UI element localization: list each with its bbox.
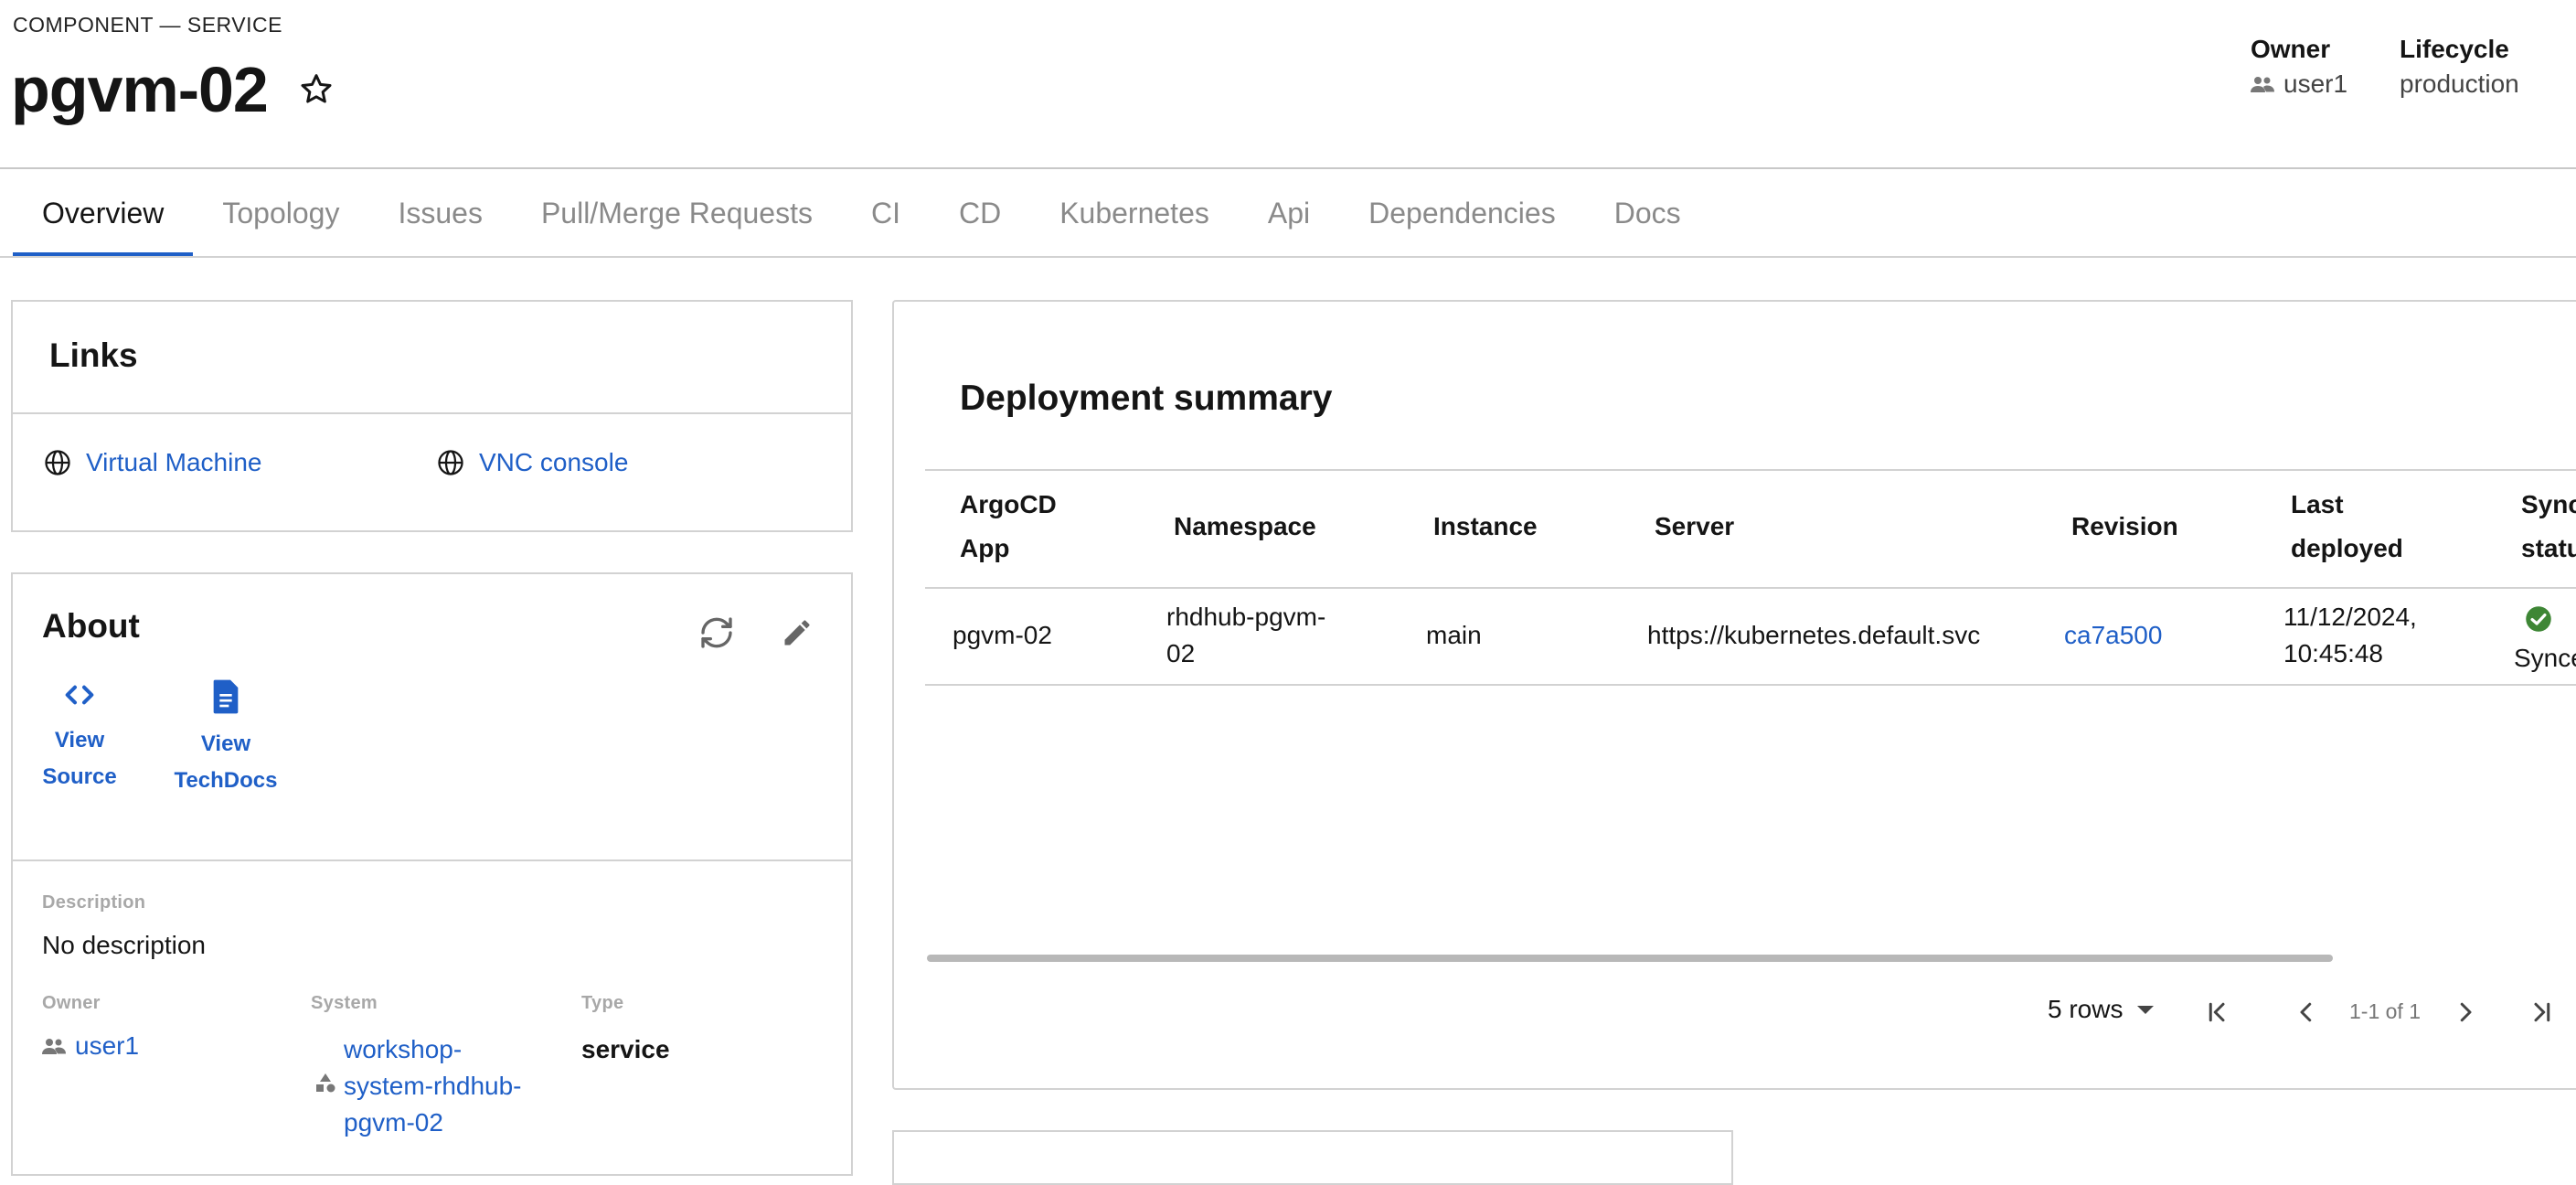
- header-sync-status-line2: status: [2521, 534, 2576, 562]
- rows-per-page-select[interactable]: 5 rows: [2048, 995, 2156, 1024]
- link-vnc-console[interactable]: VNC console: [437, 448, 628, 477]
- document-icon: [213, 679, 239, 714]
- star-icon[interactable]: [298, 71, 335, 108]
- header-server[interactable]: Server: [1655, 505, 1734, 549]
- system-label: System: [311, 993, 378, 1013]
- table-row-border: [925, 684, 2576, 686]
- links-card-title: Links: [49, 336, 138, 374]
- globe-icon: [45, 450, 70, 475]
- caret-down-icon: [2137, 1006, 2155, 1014]
- about-card: About View Source View TechDocs Descript…: [11, 572, 853, 1176]
- tabs-bottom-divider: [0, 256, 2576, 258]
- header-last-deployed-line2: deployed: [2291, 534, 2403, 562]
- system-link[interactable]: workshop- system-rhdhub- pgvm-02: [344, 1031, 522, 1141]
- type-label: Type: [581, 993, 624, 1013]
- links-card-divider: [13, 412, 851, 414]
- about-card-title: About: [42, 607, 140, 645]
- cell-server: https://kubernetes.default.svc: [1647, 621, 1981, 649]
- last-page-icon[interactable]: [2525, 998, 2556, 1026]
- lifecycle-label: Lifecycle: [2400, 35, 2509, 63]
- cell-namespace-line1: rhdhub-pgvm-: [1166, 603, 1326, 631]
- refresh-icon[interactable]: [697, 614, 737, 651]
- tab-kubernetes[interactable]: Kubernetes: [1030, 169, 1239, 257]
- header-argocd-app-line1: ArgoCD: [960, 490, 1057, 518]
- check-circle-icon: [2526, 606, 2551, 632]
- cell-sync-status: Synced: [2514, 644, 2576, 672]
- about-owner-link[interactable]: user1: [75, 1031, 139, 1061]
- owner-value[interactable]: user1: [2283, 69, 2347, 99]
- view-source-line1[interactable]: View: [55, 722, 104, 759]
- view-techdocs-line1[interactable]: View: [201, 726, 250, 763]
- entity-kind-label: COMPONENT — SERVICE: [13, 13, 282, 37]
- header-namespace[interactable]: Namespace: [1174, 505, 1316, 549]
- tab-overview[interactable]: Overview: [13, 169, 194, 257]
- tab-dependencies[interactable]: Dependencies: [1339, 169, 1585, 257]
- tab-pull-merge-requests[interactable]: Pull/Merge Requests: [512, 169, 842, 257]
- system-link-line1[interactable]: workshop-: [344, 1031, 522, 1068]
- code-icon: [65, 685, 94, 705]
- system-link-line3[interactable]: pgvm-02: [344, 1105, 522, 1141]
- entity-tabs: Overview Topology Issues Pull/Merge Requ…: [13, 169, 1710, 257]
- table-header-border: [925, 587, 2576, 589]
- about-card-divider: [13, 859, 851, 861]
- cell-argocd-app: pgvm-02: [953, 621, 1052, 649]
- cell-instance: main: [1426, 621, 1482, 649]
- cell-last-deployed-line1: 11/12/2024,: [2283, 603, 2417, 631]
- table-top-border: [925, 469, 2576, 471]
- about-owner-value[interactable]: user1: [42, 1031, 139, 1061]
- lifecycle-meta: Lifecycle production: [2400, 35, 2519, 99]
- header-revision[interactable]: Revision: [2071, 505, 2178, 549]
- cell-last-deployed-line2: 10:45:48: [2283, 639, 2383, 667]
- type-value: service: [581, 1035, 670, 1063]
- view-techdocs-line2[interactable]: TechDocs: [175, 763, 278, 799]
- cell-last-deployed: 11/12/2024, 10:45:48: [2283, 599, 2417, 672]
- lifecycle-value: production: [2400, 69, 2519, 98]
- header-argocd-app-line2: App: [960, 534, 1010, 562]
- system-icon: [316, 1073, 335, 1093]
- link-virtual-machine-label[interactable]: Virtual Machine: [86, 448, 261, 477]
- tab-issues[interactable]: Issues: [368, 169, 511, 257]
- link-virtual-machine[interactable]: Virtual Machine: [44, 448, 261, 477]
- cell-revision-link[interactable]: ca7a500: [2064, 617, 2162, 654]
- system-link-line2[interactable]: system-rhdhub-: [344, 1068, 522, 1105]
- description-label: Description: [42, 892, 146, 913]
- tab-topology[interactable]: Topology: [193, 169, 368, 257]
- cell-namespace: rhdhub-pgvm- 02: [1166, 599, 1325, 672]
- header-last-deployed-line1: Last: [2291, 490, 2344, 518]
- deployment-summary-card: Deployment summary ArgoCD App Namespace …: [892, 300, 2576, 1090]
- header-last-deployed[interactable]: Last deployed: [2291, 483, 2403, 571]
- horizontal-scrollbar[interactable]: [927, 955, 2333, 962]
- next-page-icon[interactable]: [2452, 998, 2479, 1026]
- page-title: pgvm-02: [11, 54, 269, 125]
- group-icon: [2251, 77, 2274, 92]
- view-techdocs-button[interactable]: View TechDocs: [161, 677, 291, 799]
- deployment-summary-title: Deployment summary: [960, 379, 1333, 418]
- tab-api[interactable]: Api: [1239, 169, 1339, 257]
- edit-icon[interactable]: [781, 616, 814, 649]
- tab-docs[interactable]: Docs: [1585, 169, 1710, 257]
- view-source-line2[interactable]: Source: [42, 759, 116, 795]
- cell-namespace-line2: 02: [1166, 639, 1196, 667]
- view-source-button[interactable]: View Source: [40, 677, 119, 795]
- header-sync-status-line1: Sync: [2521, 490, 2576, 518]
- pagination-range: 1-1 of 1: [2349, 999, 2421, 1023]
- next-card: [892, 1130, 1733, 1185]
- header-instance[interactable]: Instance: [1433, 505, 1538, 549]
- group-icon: [42, 1039, 66, 1054]
- tab-ci[interactable]: CI: [842, 169, 930, 257]
- tab-cd[interactable]: CD: [930, 169, 1030, 257]
- owner-label: Owner: [2251, 35, 2331, 63]
- header-argocd-app[interactable]: ArgoCD App: [960, 483, 1057, 571]
- owner-meta: Owner user1: [2251, 35, 2347, 99]
- rows-per-page-value[interactable]: 5 rows: [2048, 995, 2123, 1024]
- globe-icon: [438, 450, 463, 475]
- description-value: No description: [42, 931, 206, 959]
- about-owner-label: Owner: [42, 993, 101, 1013]
- first-page-icon[interactable]: [2203, 998, 2234, 1026]
- link-vnc-console-label[interactable]: VNC console: [479, 448, 628, 477]
- header-sync-status[interactable]: Sync status: [2521, 483, 2576, 571]
- links-card: Links Virtual Machine VNC console: [11, 300, 853, 532]
- previous-page-icon[interactable]: [2293, 998, 2320, 1026]
